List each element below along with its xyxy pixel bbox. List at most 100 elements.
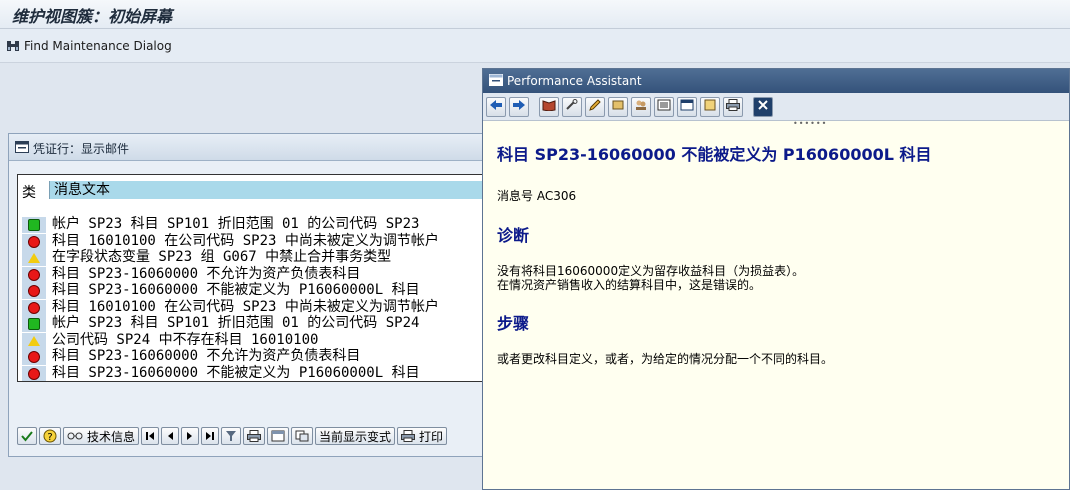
window-toggle-button[interactable]: [677, 96, 697, 117]
bookmark-button[interactable]: [700, 96, 720, 117]
window-icon: [489, 74, 503, 89]
message-text: 帐户 SP23 科目 SP101 折旧范围 01 的公司代码 SP24: [52, 315, 420, 331]
column-header-type[interactable]: 类: [22, 182, 48, 201]
performance-assistant-toolbar: [483, 93, 1069, 121]
message-text: 科目 SP23-16060000 不能被定义为 P16060000L 科目: [52, 364, 420, 381]
status-cell: [22, 233, 46, 250]
print-button-pa[interactable]: [723, 96, 743, 117]
printer-icon: [726, 99, 740, 114]
diagnosis-title: 诊断: [497, 226, 530, 245]
diagnosis-line-1: 没有将科目16060000定义为留存收益科目（为损益表）。: [497, 264, 805, 278]
message-text: 科目 SP23-16060000 不允许为资产负债表科目: [52, 265, 361, 282]
message-text: 科目 16010100 在公司代码 SP23 中尚未被定义为调节帐户: [52, 232, 439, 249]
bookmark-icon: [703, 99, 717, 114]
table-row[interactable]: 科目 16010100 在公司代码 SP23 中尚未被定义为调节帐户: [18, 298, 488, 317]
table-row[interactable]: 科目 SP23-16060000 不能被定义为 P16060000L 科目: [18, 364, 488, 381]
status-cell: [22, 283, 46, 299]
window-title: 维护视图簇：初始屏幕: [12, 7, 173, 26]
table-row[interactable]: 帐户 SP23 科目 SP101 折旧范围 01 的公司代码 SP23: [18, 216, 488, 234]
glasses-icon: [67, 431, 83, 441]
close-icon: [757, 99, 769, 114]
filter-button[interactable]: [221, 427, 242, 445]
dialog-header[interactable]: 凭证行：显示邮件: [9, 134, 487, 161]
first-page-button[interactable]: [141, 427, 160, 445]
dialog-title: 凭证行：显示邮件: [33, 142, 130, 156]
print-button[interactable]: 打印: [397, 427, 448, 445]
back-button[interactable]: [486, 96, 506, 117]
procedure-title: 步骤: [497, 314, 530, 333]
table-header: 类 消息文本: [18, 181, 488, 201]
message-rows: 帐户 SP23 科目 SP101 折旧范围 01 的公司代码 SP23 科目 16…: [18, 216, 488, 381]
status-cell: [22, 349, 46, 365]
binoculars-icon: [6, 39, 20, 53]
tools-icon: [565, 99, 579, 114]
technical-info-button-pa[interactable]: [562, 96, 582, 117]
pencil-icon: [588, 99, 602, 114]
technical-info-button[interactable]: 技术信息: [63, 427, 140, 445]
technical-info-label: 技术信息: [87, 429, 136, 444]
first-page-icon: [145, 431, 155, 441]
checkmark-icon: [21, 430, 33, 442]
close-button[interactable]: [753, 96, 773, 117]
message-text: 科目 16010100 在公司代码 SP23 中尚未被定义为调节帐户: [52, 298, 439, 315]
table-row[interactable]: 科目 16010100 在公司代码 SP23 中尚未被定义为调节帐户: [18, 232, 488, 251]
last-page-button[interactable]: [201, 427, 220, 445]
forward-button[interactable]: [509, 96, 529, 117]
resize-grip[interactable]: ••••••: [793, 119, 827, 128]
arrow-right-icon: [512, 99, 526, 114]
help-button[interactable]: ?: [39, 427, 61, 445]
edit-button[interactable]: [585, 96, 605, 117]
list-icon: [657, 99, 671, 114]
help-icon: ?: [43, 429, 57, 443]
next-page-icon: [185, 431, 195, 441]
status-green-icon: [28, 219, 40, 231]
message-table: 类 消息文本 帐户 SP23 科目 SP101 折旧范围 01 的公司代码 SP…: [17, 174, 489, 382]
status-yellow-icon: [28, 335, 40, 346]
status-yellow-icon: [28, 253, 40, 263]
filter-icon: [225, 430, 237, 442]
settings-button[interactable]: [608, 96, 628, 117]
previous-page-icon: [165, 431, 175, 441]
table-row[interactable]: 科目 SP23-16060000 不能被定义为 P16060000L 科目: [18, 282, 488, 300]
table-row[interactable]: 在字段状态变量 SP23 组 G067 中禁止合并事务类型: [18, 249, 488, 267]
previous-page-button[interactable]: [161, 427, 180, 445]
table-row[interactable]: 帐户 SP23 科目 SP101 折旧范围 01 的公司代码 SP24: [18, 315, 488, 333]
personal-notes-button[interactable]: [631, 96, 651, 117]
column-header-message-text[interactable]: 消息文本: [49, 181, 488, 199]
current-layout-button[interactable]: 当前显示变式: [315, 427, 396, 445]
performance-assistant-titlebar[interactable]: Performance Assistant: [483, 69, 1069, 93]
print-icon: [401, 430, 416, 442]
performance-assistant-title: Performance Assistant: [507, 74, 642, 88]
status-red-icon: [28, 268, 40, 281]
status-green-icon: [28, 318, 40, 330]
export-icon: [271, 430, 285, 442]
status-red-icon: [28, 235, 40, 248]
glossary-button[interactable]: [539, 96, 559, 117]
change-layout-button[interactable]: [291, 427, 314, 445]
message-text: 帐户 SP23 科目 SP101 折旧范围 01 的公司代码 SP23: [52, 216, 420, 232]
window-icon: [680, 99, 694, 114]
status-cell: [22, 266, 46, 283]
continue-button[interactable]: [17, 427, 37, 445]
status-red-icon: [28, 301, 40, 314]
table-of-contents-button[interactable]: [654, 96, 674, 117]
status-red-icon: [28, 285, 40, 297]
message-text: 公司代码 SP24 中不存在科目 16010100: [52, 331, 319, 348]
print-label: 打印: [419, 429, 444, 444]
table-row[interactable]: 公司代码 SP24 中不存在科目 16010100: [18, 331, 488, 350]
table-row[interactable]: 科目 SP23-16060000 不允许为资产负债表科目: [18, 348, 488, 366]
layout-icon: [295, 430, 309, 442]
last-page-icon: [205, 431, 215, 441]
print-preview-button[interactable]: [243, 427, 266, 445]
message-text: 科目 SP23-16060000 不能被定义为 P16060000L 科目: [52, 282, 420, 298]
status-red-icon: [28, 351, 40, 363]
procedure-text: 或者更改科目定义，或者，为给定的情况分配一个不同的科目。: [497, 352, 834, 366]
table-row[interactable]: 科目 SP23-16060000 不允许为资产负债表科目: [18, 265, 488, 284]
find-maintenance-dialog-button[interactable]: Find Maintenance Dialog: [6, 37, 172, 55]
message-log-dialog: 凭证行：显示邮件 类 消息文本 帐户 SP23 科目 SP101 折旧范围 01…: [8, 133, 489, 457]
svg-text:?: ?: [47, 432, 52, 443]
message-text: 科目 SP23-16060000 不允许为资产负债表科目: [52, 348, 361, 364]
status-red-icon: [28, 367, 40, 380]
export-button[interactable]: [267, 427, 290, 445]
next-page-button[interactable]: [181, 427, 200, 445]
